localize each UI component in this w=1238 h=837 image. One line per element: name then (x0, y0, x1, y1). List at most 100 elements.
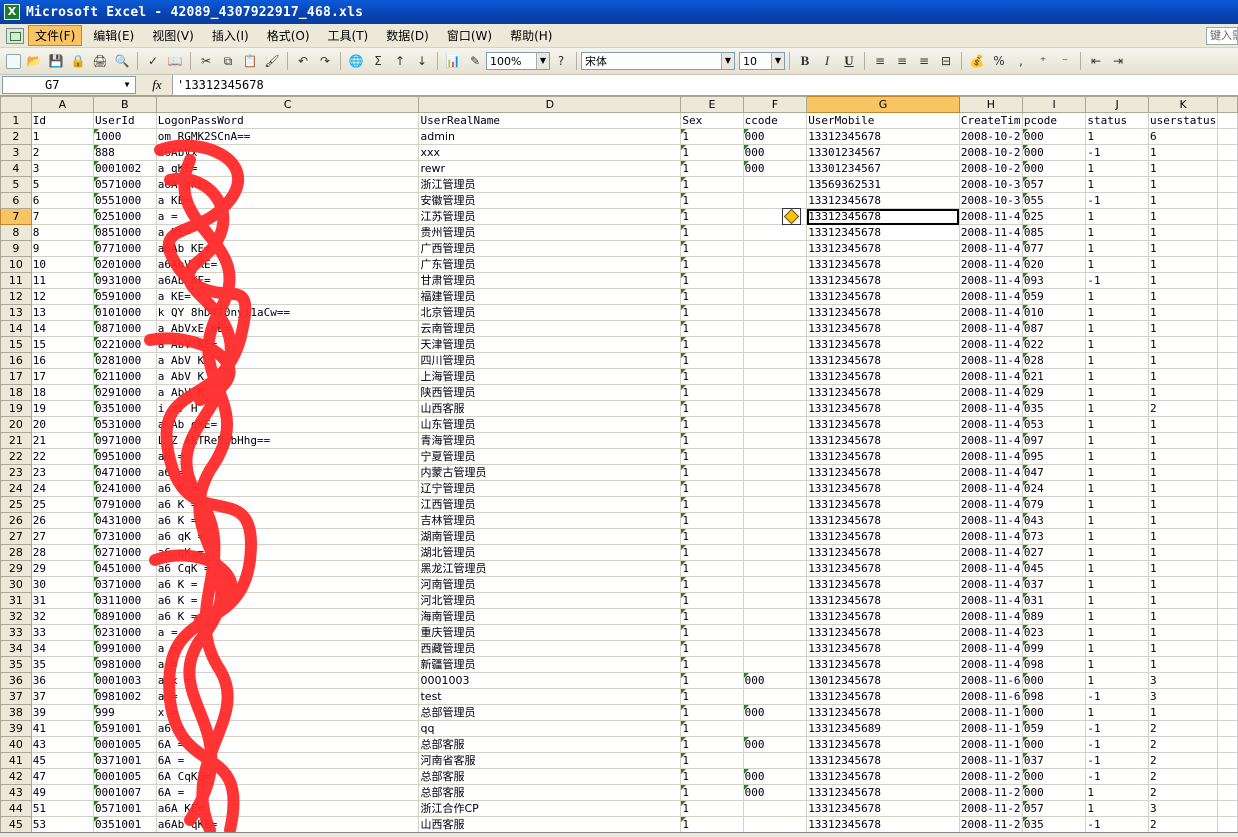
align-center-icon[interactable]: ≡ (893, 52, 911, 70)
cell[interactable]: 1 (1085, 176, 1149, 193)
cell[interactable]: 2008-10-3 (958, 176, 1023, 193)
cell[interactable]: 025 (1021, 208, 1087, 225)
cell[interactable]: 2008-11-4 (958, 304, 1023, 321)
cell[interactable]: 1 (680, 752, 744, 769)
cell[interactable]: 山西客服 (418, 816, 682, 833)
cell[interactable] (742, 624, 808, 641)
cell[interactable]: 13312345678 (806, 336, 960, 353)
cell[interactable]: x = (155, 704, 420, 721)
cell[interactable]: L Z AkTReEgbHhg== (155, 432, 420, 449)
cell[interactable]: 37 (30, 688, 94, 705)
zoom-select[interactable]: 100% ▼ (486, 52, 550, 70)
cell[interactable]: a AbV K (155, 368, 420, 385)
cell[interactable]: 1 (680, 800, 744, 817)
cell[interactable]: 2 (1147, 400, 1219, 417)
cell[interactable]: 北京管理员 (418, 304, 682, 321)
worksheet-grid[interactable]: ABCDEFGHIJK 1 Id UserId LogonPassWord UserRe… (0, 96, 1238, 837)
cell[interactable] (1217, 592, 1238, 609)
cell[interactable]: 0891000 (92, 608, 157, 625)
column-header-c[interactable]: C (155, 96, 420, 113)
cell[interactable]: 2008-11-2 (958, 800, 1023, 817)
cell[interactable]: 045 (1021, 560, 1087, 577)
cell[interactable]: 0991000 (92, 640, 157, 657)
cell[interactable]: 000 (742, 704, 808, 721)
cell[interactable]: 30 (30, 576, 94, 593)
cell[interactable]: a Ab qKE= (155, 416, 420, 433)
cell[interactable]: 广西管理员 (418, 240, 682, 257)
align-left-icon[interactable]: ≡ (871, 52, 889, 70)
field-name-cell[interactable]: CreateTim (958, 112, 1023, 129)
percent-button[interactable]: % (990, 52, 1008, 70)
cell[interactable] (742, 688, 808, 705)
cell[interactable]: 0201000 (92, 256, 157, 273)
cell[interactable]: 1 (680, 336, 744, 353)
comma-button[interactable]: , (1012, 52, 1030, 70)
cell[interactable]: a x = (155, 672, 420, 689)
cell[interactable]: admin (418, 128, 682, 145)
cell[interactable]: 33 (30, 624, 94, 641)
cell[interactable]: 贵州管理员 (418, 224, 682, 241)
cell[interactable]: a6AbVx (155, 144, 420, 161)
cell[interactable]: 2008-11-4 (958, 336, 1023, 353)
cell[interactable]: a6 qK = (155, 528, 420, 545)
cell[interactable]: 1 (1147, 704, 1219, 721)
row-header[interactable]: 2 (0, 128, 32, 145)
cell[interactable]: 29 (30, 560, 94, 577)
cell[interactable]: 1 (680, 416, 744, 433)
cell[interactable]: 000 (1021, 704, 1087, 721)
cell[interactable]: a6 K = (155, 512, 420, 529)
cell[interactable]: 2008-11-2 (958, 816, 1023, 833)
cell[interactable]: 1 (680, 592, 744, 609)
cell[interactable]: 13312345678 (806, 288, 960, 305)
cell[interactable]: 1 (680, 688, 744, 705)
cell[interactable]: 总部客服 (418, 768, 682, 785)
workbook-icon[interactable] (6, 27, 24, 44)
cell[interactable]: 1 (680, 816, 744, 833)
menu-edit[interactable]: 编辑(E) (86, 25, 141, 46)
cell[interactable]: a6A KE= (155, 800, 420, 817)
cell[interactable]: 5 (30, 176, 94, 193)
cell[interactable]: 020 (1021, 256, 1087, 273)
cell[interactable]: 1 (1147, 624, 1219, 641)
cell[interactable] (742, 528, 808, 545)
cell[interactable]: 6A = (155, 752, 420, 769)
cell[interactable] (742, 448, 808, 465)
cell[interactable]: 0451000 (92, 560, 157, 577)
cell[interactable]: 1 (680, 672, 744, 689)
cell[interactable]: 2008-10-2 (958, 144, 1023, 161)
cell[interactable]: 13312345678 (806, 480, 960, 497)
field-name-cell[interactable]: UserRealName (418, 112, 682, 129)
cell[interactable]: 12 (30, 288, 94, 305)
field-name-cell[interactable]: userstatus (1147, 112, 1219, 129)
cell[interactable]: 2008-11-4 (958, 288, 1023, 305)
cell[interactable]: 0351000 (92, 400, 157, 417)
cell[interactable]: 13312345678 (806, 320, 960, 337)
cell[interactable]: 2 (1147, 752, 1219, 769)
cell[interactable]: 0791000 (92, 496, 157, 513)
row-header[interactable]: 23 (0, 464, 32, 481)
cell[interactable]: 1 (680, 352, 744, 369)
open-folder-icon[interactable]: 📂 (25, 52, 43, 70)
cell[interactable]: 13312345678 (806, 400, 960, 417)
select-all-corner[interactable] (0, 96, 32, 113)
cell[interactable]: 13569362531 (806, 176, 960, 193)
cell[interactable]: 9 (30, 240, 94, 257)
cell[interactable]: 1 (1147, 416, 1219, 433)
cell[interactable]: a qKE= (155, 160, 420, 177)
cell[interactable]: 2008-11-4 (958, 224, 1023, 241)
cell[interactable]: 1 (1147, 208, 1219, 225)
chevron-down-icon[interactable]: ▼ (721, 53, 734, 69)
cell[interactable]: 安徽管理员 (418, 192, 682, 209)
cell[interactable]: 2008-11-4 (958, 624, 1023, 641)
cell[interactable]: 022 (1021, 336, 1087, 353)
cell[interactable]: 6A CqKE= (155, 768, 420, 785)
cell[interactable]: 13012345678 (806, 672, 960, 689)
cell[interactable]: a6 = (155, 464, 420, 481)
cell[interactable]: 0001005 (92, 736, 157, 753)
permission-icon[interactable]: 🔒 (69, 52, 87, 70)
cell[interactable]: 1 (680, 608, 744, 625)
cell[interactable] (1217, 768, 1238, 785)
cell[interactable] (742, 512, 808, 529)
cell[interactable]: 1 (680, 208, 744, 225)
cell[interactable]: 098 (1021, 656, 1087, 673)
